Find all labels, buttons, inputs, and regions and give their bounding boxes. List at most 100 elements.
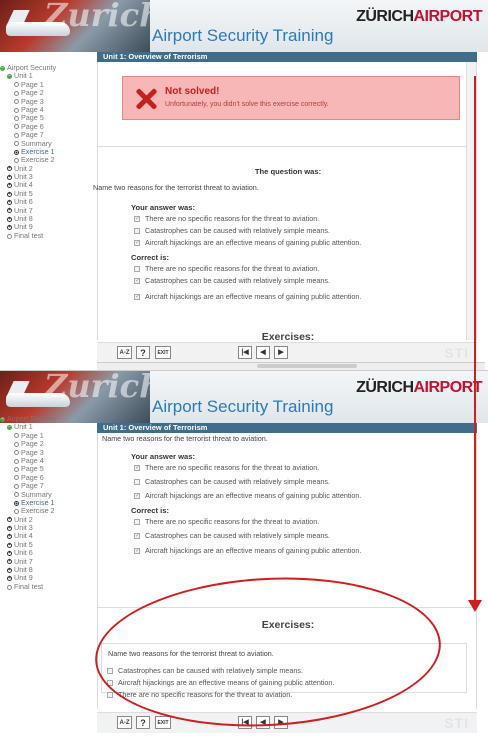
zurich-logo-image: Zurich [0, 0, 150, 52]
correct-option: ✓ Catastrophes can be caused with relativ… [134, 531, 330, 541]
question-heading: The question was: [254, 167, 322, 176]
option-text: Aircraft hijackings are an effective mea… [145, 238, 362, 247]
option-text: There are no specific reasons for the th… [145, 264, 320, 273]
option-text: Catastrophes can be caused with relative… [145, 531, 330, 540]
error-alert: Not solved! Unfortunately, you didn't so… [122, 76, 460, 120]
collapse-icon[interactable]: − [7, 425, 12, 431]
checkbox-unchecked-icon [134, 479, 140, 485]
nav-page-3[interactable]: Page 3 [0, 97, 95, 106]
screenshot-top: Zurich Airport Security Training ZÜRICHA… [0, 0, 488, 370]
expand-icon[interactable]: + [7, 174, 12, 180]
page-circle-icon [14, 107, 19, 113]
next-page-button[interactable]: ▶ [274, 346, 288, 359]
page-circle-icon [14, 116, 19, 122]
error-x-icon [135, 88, 157, 110]
nav-page-5[interactable]: Page 5 [0, 464, 95, 473]
checkbox-checked-icon: ✓ [134, 548, 141, 554]
nav-final-test[interactable]: Final test [0, 582, 95, 591]
first-page-button[interactable]: |◀ [238, 346, 252, 359]
nav-page-4[interactable]: Page 4 [0, 105, 95, 114]
app-title: Airport Security Training [152, 26, 334, 45]
brand-logo: ZÜRICHAIRPORT [356, 8, 482, 26]
nav-page-4[interactable]: Page 4 [0, 456, 95, 465]
current-page-icon [14, 500, 19, 506]
page-circle-icon [14, 483, 19, 489]
nav-label: Final test [14, 230, 44, 240]
nav-page-6[interactable]: Page 6 [0, 122, 95, 131]
nav-page-3[interactable]: Page 3 [0, 448, 95, 457]
expand-icon[interactable]: + [7, 576, 12, 582]
collapse-icon[interactable]: − [0, 416, 5, 422]
nav-page-2[interactable]: Page 2 [0, 439, 95, 448]
page-circle-icon [14, 475, 19, 481]
nav-page-5[interactable]: Page 5 [0, 113, 95, 122]
brand-part2: AIRPORT [413, 379, 483, 396]
expand-icon[interactable]: + [7, 550, 12, 556]
your-answer-option: Catastrophes can be caused with relative… [134, 477, 330, 487]
previous-page-button[interactable]: ◀ [256, 346, 270, 359]
brand-part1: ZÜRICH [356, 379, 414, 396]
correct-option: ✓ Aircraft hijackings are an effective me… [134, 292, 361, 302]
expand-icon[interactable]: + [7, 208, 12, 214]
nav-page-1[interactable]: Page 1 [0, 431, 95, 440]
glossary-button[interactable]: A-Z [117, 346, 132, 359]
correct-label: Correct is: [131, 253, 169, 262]
page-circle-icon [14, 99, 19, 105]
nav-page-1[interactable]: Page 1 [0, 80, 95, 89]
option-text: There are no specific reasons for the th… [145, 517, 320, 526]
content-area: Not solved! Unfortunately, you didn't so… [93, 62, 477, 343]
expand-icon[interactable]: + [7, 567, 12, 573]
page-circle-icon [14, 141, 19, 147]
expand-icon[interactable]: + [7, 534, 12, 540]
checkbox-checked-icon: ✓ [134, 294, 141, 300]
expand-icon[interactable]: + [7, 191, 12, 197]
correct-option: There are no specific reasons for the th… [134, 264, 319, 274]
footer-toolbar: A-Z ? EXIT |◀ ◀ ▶ STI [97, 342, 477, 363]
expand-icon[interactable]: + [7, 166, 12, 172]
page-circle-icon [14, 90, 19, 96]
page-circle-icon [14, 458, 19, 464]
nav-page-6[interactable]: Page 6 [0, 473, 95, 482]
expand-icon[interactable]: + [7, 542, 12, 548]
collapse-icon[interactable]: − [0, 65, 5, 71]
nav-final-test[interactable]: Final test [0, 230, 95, 240]
expand-icon[interactable]: + [7, 183, 12, 189]
expand-icon[interactable]: + [7, 199, 12, 205]
help-button[interactable]: ? [136, 346, 150, 359]
page-circle-icon [14, 82, 19, 88]
checkbox-input[interactable] [107, 692, 113, 698]
help-button[interactable]: ? [136, 716, 150, 729]
horizontal-scrollbar[interactable] [97, 362, 485, 370]
option-text: Aircraft hijackings are an effective mea… [145, 491, 362, 500]
option-text: Catastrophes can be caused with relative… [145, 276, 330, 285]
expand-icon[interactable]: + [7, 525, 12, 531]
scroll-thumb[interactable] [257, 364, 357, 368]
your-answer-label: Your answer was: [131, 203, 196, 212]
page-circle-icon [14, 467, 19, 473]
your-answer-option: Catastrophes can be caused with relative… [134, 226, 330, 236]
alert-message: Unfortunately, you didn't solve this exe… [165, 101, 329, 108]
nav-unit-1[interactable]: − Unit 1 [0, 422, 95, 431]
glossary-button[interactable]: A-Z [117, 716, 132, 729]
expand-icon[interactable]: + [7, 559, 12, 565]
nav-page-2[interactable]: Page 2 [0, 88, 95, 97]
question-text: Name two reasons for the terrorist threa… [93, 183, 259, 192]
option-text: Aircraft hijackings are an effective mea… [145, 292, 362, 301]
correct-label: Correct is: [131, 506, 169, 515]
page-circle-icon [14, 433, 19, 439]
expand-icon[interactable]: + [7, 216, 12, 222]
question-text: Name two reasons for the terrorist threa… [102, 434, 268, 443]
checkbox-checked-icon: ✓ [134, 533, 141, 539]
exit-button[interactable]: EXIT [155, 346, 171, 359]
expand-icon[interactable]: + [7, 517, 12, 523]
checkbox-unchecked-icon [134, 266, 140, 272]
app-header: Zurich Airport Security Training ZÜRICHA… [0, 0, 488, 52]
page-circle-icon [14, 132, 19, 138]
your-answer-option: ✓ Aircraft hijackings are an effective me… [134, 238, 361, 248]
expand-icon[interactable]: + [7, 225, 12, 231]
collapse-icon[interactable]: − [7, 74, 12, 80]
exit-button[interactable]: EXIT [155, 716, 171, 729]
unit-title-bar: Unit 1: Overview of Terrorism [97, 52, 477, 62]
your-answer-option: ✓ There are no specific reasons for the t… [134, 463, 319, 473]
nav-unit-1[interactable]: − Unit 1 [0, 71, 95, 80]
